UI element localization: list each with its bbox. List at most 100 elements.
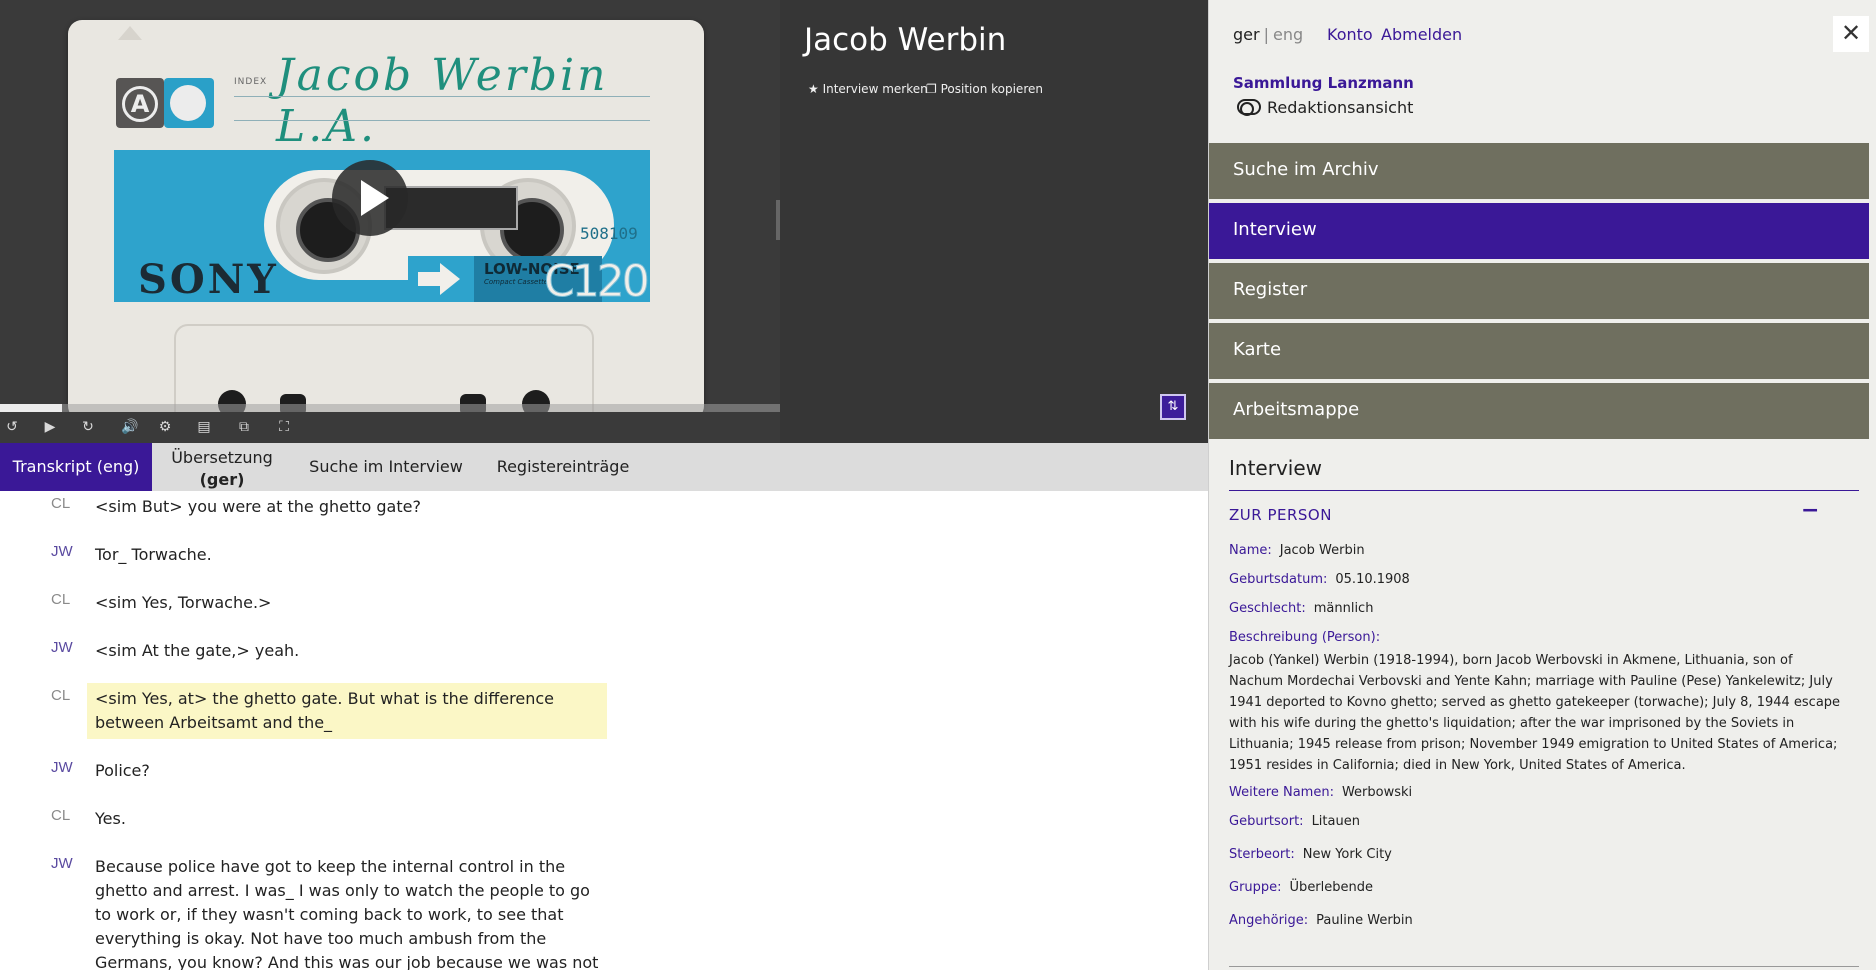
field-label: Weitere Namen: xyxy=(1229,785,1334,800)
tab-label: Registereinträge xyxy=(496,457,630,476)
field-value: Jacob Werbin xyxy=(1279,543,1365,558)
transcript-tabs: Transkript (eng) Übersetzung (ger) Suche… xyxy=(0,443,1208,491)
section-title: Interview xyxy=(1229,456,1322,480)
nav-register[interactable]: Register xyxy=(1209,263,1869,321)
field-value: 05.10.1908 xyxy=(1335,572,1410,587)
field-label: Geburtsdatum: xyxy=(1229,572,1328,587)
field-gender: Geschlecht: männlich xyxy=(1229,601,1373,616)
tab-search-interview[interactable]: Suche im Interview xyxy=(296,443,476,491)
field-group: Gruppe: Überlebende xyxy=(1229,880,1373,895)
transcript-text: <sim Yes, Torwache.> xyxy=(95,593,272,612)
transcript-text-highlighted: <sim Yes, at> the ghetto gate. But what … xyxy=(87,683,607,739)
transcript-text: <sim At the gate,> yeah. xyxy=(95,641,300,660)
field-label: Sterbeort: xyxy=(1229,847,1295,862)
speaker-label: CL xyxy=(51,807,71,824)
arrow-icon xyxy=(418,261,462,297)
account-link[interactable]: Konto xyxy=(1327,25,1373,44)
copy-icon: ❐ xyxy=(926,82,941,96)
interview-header: Jacob Werbin ★ Interview merken ❐ Positi… xyxy=(780,0,1208,443)
fullscreen-icon[interactable]: ⛶ xyxy=(274,418,294,436)
lang-eng[interactable]: eng xyxy=(1273,25,1303,44)
field-label: Geschlecht: xyxy=(1229,601,1306,616)
picture-in-picture-icon[interactable]: ⧉ xyxy=(234,418,254,436)
section-divider xyxy=(1229,966,1859,967)
field-value: Litauen xyxy=(1311,814,1360,829)
tab-label: Übersetzung xyxy=(171,448,273,467)
section-divider xyxy=(1229,490,1859,491)
field-label: Geburtsort: xyxy=(1229,814,1304,829)
progress-bar[interactable] xyxy=(0,404,780,412)
field-deathplace: Sterbeort: New York City xyxy=(1229,847,1392,862)
handwritten-title: Jacob Werbin L.A. xyxy=(276,50,609,152)
field-birthdate: Geburtsdatum: 05.10.1908 xyxy=(1229,572,1410,587)
rewind-icon[interactable]: ↺ xyxy=(2,418,22,436)
close-icon[interactable]: ✕ xyxy=(1833,16,1869,52)
field-description-label: Beschreibung (Person): xyxy=(1229,630,1388,645)
editor-view-toggle[interactable]: Redaktionsansicht xyxy=(1237,98,1413,117)
nav-label: Arbeitsmappe xyxy=(1233,399,1360,420)
player-controls: ↺ ▶ ↻ 🔊 ⚙ ▤ ⧉ ⛶ xyxy=(0,412,780,443)
video-player[interactable]: A INDEX Jacob Werbin L.A. 508109 SONY LO… xyxy=(0,0,780,443)
ruled-line xyxy=(234,96,650,97)
side-dot-badge xyxy=(164,78,214,128)
subtitles-icon[interactable]: ▤ xyxy=(194,418,214,436)
big-play-button[interactable] xyxy=(332,160,408,236)
speaker-label: JW xyxy=(51,543,73,560)
interview-title: Jacob Werbin xyxy=(804,22,1007,58)
gear-icon[interactable]: ⚙ xyxy=(155,418,175,436)
ruled-line xyxy=(234,120,650,121)
field-name: Name: Jacob Werbin xyxy=(1229,543,1365,558)
volume-icon[interactable]: 🔊 xyxy=(120,418,140,436)
nav-workbook[interactable]: Arbeitsmappe xyxy=(1209,383,1869,441)
field-label: Gruppe: xyxy=(1229,880,1282,895)
sort-icon[interactable]: ⇅ xyxy=(1160,394,1186,420)
tab-register-entries[interactable]: Registereinträge xyxy=(490,443,636,491)
nav-label: Interview xyxy=(1233,219,1317,240)
field-value: männlich xyxy=(1313,601,1374,616)
tab-translation[interactable]: Übersetzung (ger) xyxy=(152,443,292,491)
field-other-names: Weitere Namen: Werbowski xyxy=(1229,785,1412,800)
transcript-text: Police? xyxy=(95,761,150,780)
tab-label: Suche im Interview xyxy=(309,457,463,476)
field-value: Werbowski xyxy=(1341,785,1413,800)
collapse-icon[interactable]: − xyxy=(1801,498,1819,523)
nav-interview[interactable]: Interview xyxy=(1209,203,1869,261)
transcript-text: Tor_ Torwache. xyxy=(95,545,212,564)
speaker-label: JW xyxy=(51,639,73,656)
copy-position-button[interactable]: ❐ Position kopieren xyxy=(926,82,1043,96)
collection-link[interactable]: Sammlung Lanzmann xyxy=(1233,74,1414,92)
tab-label-lang: (ger) xyxy=(199,470,245,489)
nav-search-archive[interactable]: Suche im Archiv xyxy=(1209,143,1869,201)
transcript-text: Yes. xyxy=(95,809,126,828)
person-description: Jacob (Yankel) Werbin (1918-1994), born … xyxy=(1229,653,1841,773)
star-icon: ★ xyxy=(808,82,823,96)
transcript: CL <sim But> you were at the ghetto gate… xyxy=(0,491,1208,970)
side-a-label: A xyxy=(122,86,158,122)
lang-ger[interactable]: ger xyxy=(1233,25,1260,44)
bookmark-label: Interview merken xyxy=(822,82,928,96)
speaker-label: CL xyxy=(51,591,71,608)
sidebar: ger | eng Konto Abmelden ✕ Sammlung Lanzma… xyxy=(1208,0,1876,970)
editor-view-label: Redaktionsansicht xyxy=(1267,98,1414,117)
tab-transcript[interactable]: Transkript (eng) xyxy=(0,443,152,491)
field-label: Angehörige: xyxy=(1229,913,1309,928)
language-switch: ger | eng xyxy=(1233,25,1303,44)
logout-link[interactable]: Abmelden xyxy=(1381,25,1462,44)
index-label: INDEX xyxy=(234,77,268,87)
forward-icon[interactable]: ↻ xyxy=(78,418,98,436)
field-birthplace: Geburtsort: Litauen xyxy=(1229,814,1360,829)
tape-length: C120 xyxy=(544,256,651,308)
field-value: New York City xyxy=(1302,847,1392,862)
bookmark-button[interactable]: ★ Interview merken xyxy=(808,82,928,96)
transcript-text: Because police have got to keep the inte… xyxy=(95,857,599,970)
nav-map[interactable]: Karte xyxy=(1209,323,1869,381)
lang-separator: | xyxy=(1263,25,1269,44)
tab-label: Transkript (eng) xyxy=(12,457,140,476)
nav-label: Karte xyxy=(1233,339,1282,360)
nav-label: Suche im Archiv xyxy=(1233,159,1379,180)
person-section-header[interactable]: ZUR PERSON xyxy=(1229,506,1332,524)
play-icon[interactable]: ▶ xyxy=(40,418,60,436)
nav-label: Register xyxy=(1233,279,1308,300)
field-relatives: Angehörige: Pauline Werbin xyxy=(1229,913,1413,928)
serial-number: 508109 xyxy=(580,224,638,243)
